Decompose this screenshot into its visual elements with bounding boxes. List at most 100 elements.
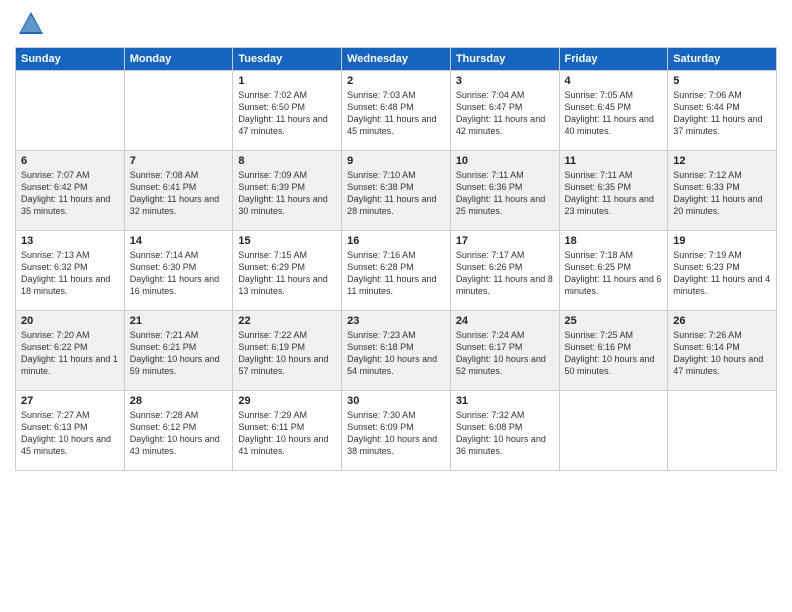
calendar-cell-w2d1: 6 Sunrise: 7:07 AMSunset: 6:42 PMDaylight… <box>16 150 125 230</box>
day-number: 26 <box>673 315 771 327</box>
header-saturday: Saturday <box>668 47 777 70</box>
day-number: 20 <box>21 315 119 327</box>
calendar-cell-w3d2: 14 Sunrise: 7:14 AMSunset: 6:30 PMDayligh… <box>124 230 233 310</box>
day-number: 13 <box>21 235 119 247</box>
day-info: Sunrise: 7:28 AMSunset: 6:12 PMDaylight:… <box>130 409 228 458</box>
header-friday: Friday <box>559 47 668 70</box>
day-number: 1 <box>238 75 336 87</box>
day-info: Sunrise: 7:27 AMSunset: 6:13 PMDaylight:… <box>21 409 119 458</box>
day-number: 23 <box>347 315 445 327</box>
day-info: Sunrise: 7:11 AMSunset: 6:35 PMDaylight:… <box>565 169 663 218</box>
day-info: Sunrise: 7:15 AMSunset: 6:29 PMDaylight:… <box>238 249 336 298</box>
day-info: Sunrise: 7:26 AMSunset: 6:14 PMDaylight:… <box>673 329 771 378</box>
day-number: 7 <box>130 155 228 167</box>
header-monday: Monday <box>124 47 233 70</box>
day-number: 12 <box>673 155 771 167</box>
calendar-week-3: 13 Sunrise: 7:13 AMSunset: 6:32 PMDayligh… <box>16 230 777 310</box>
day-info: Sunrise: 7:17 AMSunset: 6:26 PMDaylight:… <box>456 249 554 298</box>
calendar-cell-w1d7: 5 Sunrise: 7:06 AMSunset: 6:44 PMDaylight… <box>668 70 777 150</box>
day-number: 6 <box>21 155 119 167</box>
day-info: Sunrise: 7:25 AMSunset: 6:16 PMDaylight:… <box>565 329 663 378</box>
calendar-cell-w1d3: 1 Sunrise: 7:02 AMSunset: 6:50 PMDaylight… <box>233 70 342 150</box>
calendar-cell-w3d3: 15 Sunrise: 7:15 AMSunset: 6:29 PMDayligh… <box>233 230 342 310</box>
calendar-cell-w4d4: 23Sunrise: 7:23 AMSunset: 6:18 PMDayligh… <box>342 310 451 390</box>
calendar-cell-w3d7: 19 Sunrise: 7:19 AMSunset: 6:23 PMDayligh… <box>668 230 777 310</box>
calendar-cell-w1d5: 3Sunrise: 7:04 AMSunset: 6:47 PMDaylight… <box>450 70 559 150</box>
calendar-cell-w3d5: 17 Sunrise: 7:17 AMSunset: 6:26 PMDayligh… <box>450 230 559 310</box>
calendar-cell-w4d7: 26 Sunrise: 7:26 AMSunset: 6:14 PMDayligh… <box>668 310 777 390</box>
day-number: 2 <box>347 75 445 87</box>
calendar-cell-w1d4: 2 Sunrise: 7:03 AMSunset: 6:48 PMDaylight… <box>342 70 451 150</box>
header-tuesday: Tuesday <box>233 47 342 70</box>
day-number: 14 <box>130 235 228 247</box>
day-info: Sunrise: 7:16 AMSunset: 6:28 PMDaylight:… <box>347 249 445 298</box>
calendar-cell-w5d2: 28 Sunrise: 7:28 AMSunset: 6:12 PMDayligh… <box>124 390 233 470</box>
calendar-cell-w1d2 <box>124 70 233 150</box>
calendar-cell-w1d6: 4Sunrise: 7:05 AMSunset: 6:45 PMDaylight… <box>559 70 668 150</box>
day-number: 16 <box>347 235 445 247</box>
day-number: 24 <box>456 315 554 327</box>
day-number: 25 <box>565 315 663 327</box>
day-number: 28 <box>130 395 228 407</box>
day-number: 5 <box>673 75 771 87</box>
logo <box>15 10 45 39</box>
calendar-cell-w2d6: 11 Sunrise: 7:11 AMSunset: 6:35 PMDayligh… <box>559 150 668 230</box>
header <box>15 10 777 39</box>
day-info: Sunrise: 7:06 AMSunset: 6:44 PMDaylight:… <box>673 89 771 138</box>
calendar-cell-w3d4: 16 Sunrise: 7:16 AMSunset: 6:28 PMDayligh… <box>342 230 451 310</box>
day-info: Sunrise: 7:21 AMSunset: 6:21 PMDaylight:… <box>130 329 228 378</box>
day-number: 21 <box>130 315 228 327</box>
calendar-cell-w4d1: 20 Sunrise: 7:20 AMSunset: 6:22 PMDayligh… <box>16 310 125 390</box>
day-info: Sunrise: 7:03 AMSunset: 6:48 PMDaylight:… <box>347 89 445 138</box>
calendar-cell-w2d7: 12Sunrise: 7:12 AMSunset: 6:33 PMDayligh… <box>668 150 777 230</box>
calendar-cell-w5d1: 27 Sunrise: 7:27 AMSunset: 6:13 PMDayligh… <box>16 390 125 470</box>
day-info: Sunrise: 7:10 AMSunset: 6:38 PMDaylight:… <box>347 169 445 218</box>
day-number: 31 <box>456 395 554 407</box>
calendar-cell-w5d6 <box>559 390 668 470</box>
day-number: 29 <box>238 395 336 407</box>
calendar-cell-w4d3: 22Sunrise: 7:22 AMSunset: 6:19 PMDayligh… <box>233 310 342 390</box>
calendar-week-2: 6 Sunrise: 7:07 AMSunset: 6:42 PMDaylight… <box>16 150 777 230</box>
calendar-week-1: 1 Sunrise: 7:02 AMSunset: 6:50 PMDaylight… <box>16 70 777 150</box>
day-info: Sunrise: 7:02 AMSunset: 6:50 PMDaylight:… <box>238 89 336 138</box>
day-number: 27 <box>21 395 119 407</box>
day-info: Sunrise: 7:07 AMSunset: 6:42 PMDaylight:… <box>21 169 119 218</box>
calendar-cell-w2d2: 7 Sunrise: 7:08 AMSunset: 6:41 PMDaylight… <box>124 150 233 230</box>
calendar-cell-w2d5: 10 Sunrise: 7:11 AMSunset: 6:36 PMDayligh… <box>450 150 559 230</box>
day-info: Sunrise: 7:18 AMSunset: 6:25 PMDaylight:… <box>565 249 663 298</box>
day-info: Sunrise: 7:19 AMSunset: 6:23 PMDaylight:… <box>673 249 771 298</box>
calendar-cell-w5d4: 30Sunrise: 7:30 AMSunset: 6:09 PMDayligh… <box>342 390 451 470</box>
calendar-cell-w5d7 <box>668 390 777 470</box>
day-info: Sunrise: 7:11 AMSunset: 6:36 PMDaylight:… <box>456 169 554 218</box>
logo-icon <box>17 10 45 38</box>
calendar-cell-w3d6: 18Sunrise: 7:18 AMSunset: 6:25 PMDayligh… <box>559 230 668 310</box>
day-number: 19 <box>673 235 771 247</box>
day-info: Sunrise: 7:29 AMSunset: 6:11 PMDaylight:… <box>238 409 336 458</box>
calendar-cell-w4d5: 24 Sunrise: 7:24 AMSunset: 6:17 PMDayligh… <box>450 310 559 390</box>
day-info: Sunrise: 7:13 AMSunset: 6:32 PMDaylight:… <box>21 249 119 298</box>
calendar-cell-w2d4: 9Sunrise: 7:10 AMSunset: 6:38 PMDaylight… <box>342 150 451 230</box>
day-number: 22 <box>238 315 336 327</box>
calendar-cell-w4d2: 21 Sunrise: 7:21 AMSunset: 6:21 PMDayligh… <box>124 310 233 390</box>
calendar-week-4: 20 Sunrise: 7:20 AMSunset: 6:22 PMDayligh… <box>16 310 777 390</box>
calendar-cell-w5d5: 31Sunrise: 7:32 AMSunset: 6:08 PMDayligh… <box>450 390 559 470</box>
day-number: 17 <box>456 235 554 247</box>
calendar-week-5: 27 Sunrise: 7:27 AMSunset: 6:13 PMDayligh… <box>16 390 777 470</box>
calendar-cell-w1d1 <box>16 70 125 150</box>
day-number: 8 <box>238 155 336 167</box>
day-number: 15 <box>238 235 336 247</box>
header-wednesday: Wednesday <box>342 47 451 70</box>
calendar-cell-w2d3: 8 Sunrise: 7:09 AMSunset: 6:39 PMDaylight… <box>233 150 342 230</box>
day-number: 10 <box>456 155 554 167</box>
header-sunday: Sunday <box>16 47 125 70</box>
day-info: Sunrise: 7:20 AMSunset: 6:22 PMDaylight:… <box>21 329 119 378</box>
day-info: Sunrise: 7:14 AMSunset: 6:30 PMDaylight:… <box>130 249 228 298</box>
day-info: Sunrise: 7:08 AMSunset: 6:41 PMDaylight:… <box>130 169 228 218</box>
day-number: 4 <box>565 75 663 87</box>
day-number: 11 <box>565 155 663 167</box>
day-info: Sunrise: 7:24 AMSunset: 6:17 PMDaylight:… <box>456 329 554 378</box>
calendar-header-row: Sunday Monday Tuesday Wednesday Thursday… <box>16 47 777 70</box>
calendar-cell-w4d6: 25 Sunrise: 7:25 AMSunset: 6:16 PMDayligh… <box>559 310 668 390</box>
day-info: Sunrise: 7:09 AMSunset: 6:39 PMDaylight:… <box>238 169 336 218</box>
day-info: Sunrise: 7:04 AMSunset: 6:47 PMDaylight:… <box>456 89 554 138</box>
